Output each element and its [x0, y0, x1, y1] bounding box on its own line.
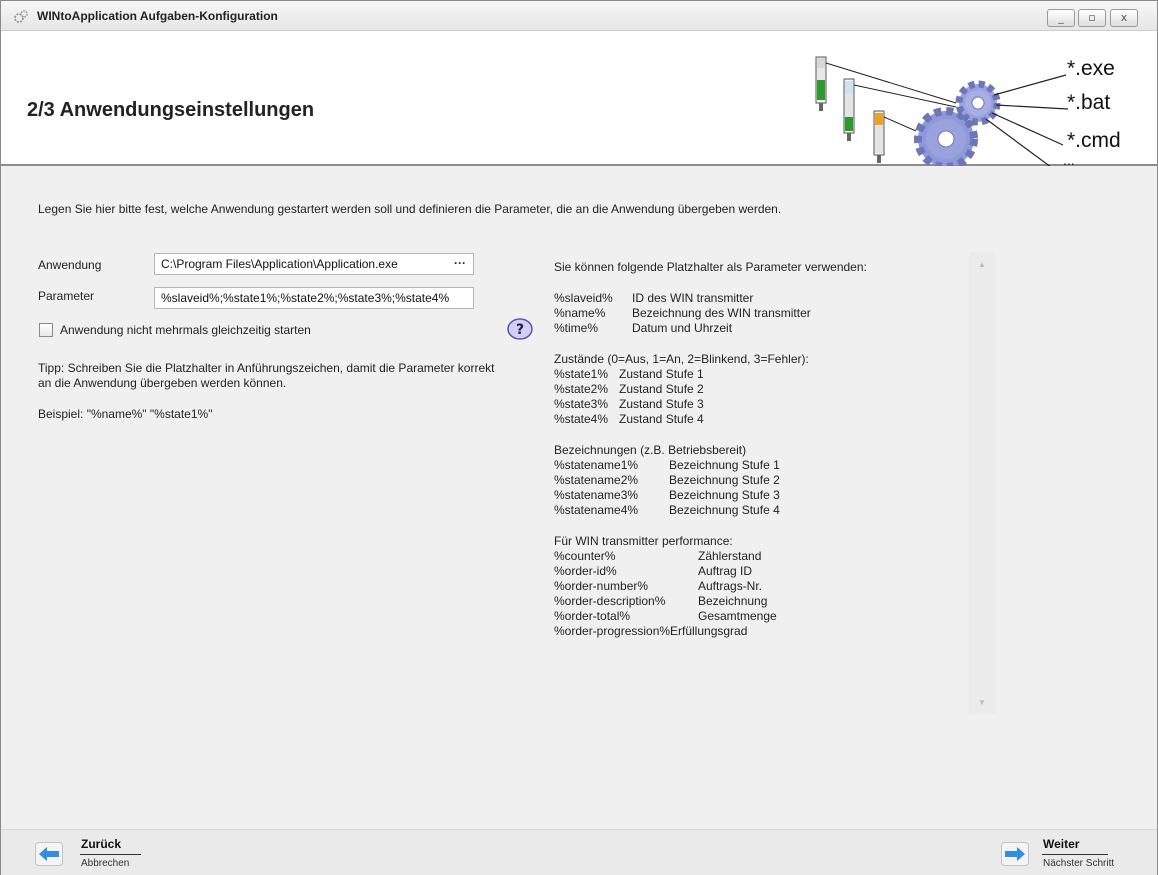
page-title: 2/3 Anwendungseinstellungen: [27, 99, 315, 121]
placeholder-scrollbar[interactable]: ▲ ▼: [969, 252, 995, 714]
browse-button[interactable]: ···: [449, 256, 471, 274]
signal-tower-icon: [873, 110, 885, 163]
bat-label: *.bat: [1067, 91, 1110, 114]
states-heading: Zustände (0=Aus, 1=An, 2=Blinkend, 3=Feh…: [554, 352, 809, 366]
placeholder-item: %name% Bezeichnung des WIN transmitter: [554, 306, 811, 320]
example-text: Beispiel: "%name%" "%state1%": [38, 407, 213, 421]
application-field[interactable]: C:\Program Files\Application\Application…: [154, 253, 474, 275]
next-divider: [1042, 854, 1108, 855]
placeholder-item: %time% Datum und Uhrzeit: [554, 321, 733, 335]
placeholder-item: %slaveid% ID des WIN transmitter: [554, 291, 754, 305]
intro-text: Legen Sie hier bitte fest, welche Anwend…: [38, 202, 782, 216]
placeholder-item: %order-total% Gesamtmenge: [554, 609, 777, 623]
signal-tower-icon: [843, 78, 855, 141]
close-button[interactable]: x: [1110, 9, 1138, 27]
header-graphic: *.exe *.bat *.cmd ...: [815, 56, 1121, 166]
svg-text:?: ?: [516, 322, 524, 338]
back-button[interactable]: Zurück: [81, 837, 121, 851]
performance-heading: Für WIN transmitter performance:: [554, 534, 733, 548]
placeholder-intro: Sie können folgende Platzhalter als Para…: [554, 260, 867, 274]
placeholder-item: %order-description% Bezeichnung: [554, 594, 768, 608]
next-step-label[interactable]: Nächster Schritt: [1043, 858, 1114, 869]
signal-tower-icon: [815, 56, 827, 111]
parameter-label: Parameter: [38, 289, 95, 303]
window-title: WINtoApplication Aufgaben-Konfiguration: [37, 9, 278, 23]
scroll-up-arrow-icon[interactable]: ▲: [969, 260, 995, 269]
scroll-down-arrow-icon[interactable]: ▼: [969, 698, 995, 707]
placeholder-item: %statename3% Bezeichnung Stufe 3: [554, 488, 780, 502]
placeholder-item: %state4% Zustand Stufe 4: [554, 412, 704, 426]
cmd-label: *.cmd: [1067, 129, 1121, 152]
back-arrow-icon[interactable]: [35, 842, 63, 866]
gear-icon: [955, 80, 1001, 126]
wizard-window: WINtoApplication Aufgaben-Konfiguration …: [0, 0, 1158, 875]
minimize-button[interactable]: _: [1047, 9, 1075, 27]
title-bar: WINtoApplication Aufgaben-Konfiguration …: [1, 1, 1157, 31]
tip-text: Tipp: Schreiben Sie die Platzhalter in A…: [38, 361, 495, 390]
more-label: ...: [1063, 152, 1075, 166]
application-label: Anwendung: [38, 258, 102, 272]
placeholder-item: %state2% Zustand Stufe 2: [554, 382, 704, 396]
placeholder-item: %order-id% Auftrag ID: [554, 564, 753, 578]
names-heading: Bezeichnungen (z.B. Betriebsbereit): [554, 443, 747, 457]
wizard-footer: Zurück Abbrechen Weiter Nächster Schritt: [1, 829, 1157, 875]
wizard-header: 2/3 Anwendungseinstellungen *.exe *.bat …: [1, 31, 1157, 166]
exe-label: *.exe: [1067, 57, 1115, 80]
parameter-field[interactable]: %slaveid%;%state1%;%state2%;%state3%;%st…: [154, 287, 474, 309]
maximize-button[interactable]: ▫: [1078, 9, 1106, 27]
placeholder-item: %statename2% Bezeichnung Stufe 2: [554, 473, 780, 487]
placeholder-item: %order-progression%:Erfüllungsgrad: [554, 624, 748, 638]
placeholder-item: %state1% Zustand Stufe 1: [554, 367, 704, 381]
placeholder-item: %counter% Zählerstand: [554, 549, 762, 563]
placeholder-item: %order-number% Auftrags-Nr.: [554, 579, 763, 593]
help-icon[interactable]: ?: [507, 318, 533, 340]
gears-icon: [14, 10, 28, 23]
back-divider: [80, 854, 141, 855]
placeholder-item: %state3% Zustand Stufe 3: [554, 397, 704, 411]
single-instance-checkbox[interactable]: [39, 323, 53, 337]
placeholder-item: %statename4% Bezeichnung Stufe 4: [554, 503, 780, 517]
single-instance-label[interactable]: Anwendung nicht mehrmals gleichzeitig st…: [60, 323, 311, 337]
next-arrow-icon[interactable]: [1001, 842, 1029, 866]
placeholder-item: %statename1% Bezeichnung Stufe 1: [554, 458, 780, 472]
placeholder-panel: Sie können folgende Platzhalter als Para…: [554, 260, 959, 639]
next-button[interactable]: Weiter: [1043, 837, 1079, 851]
cancel-label[interactable]: Abbrechen: [81, 858, 129, 869]
